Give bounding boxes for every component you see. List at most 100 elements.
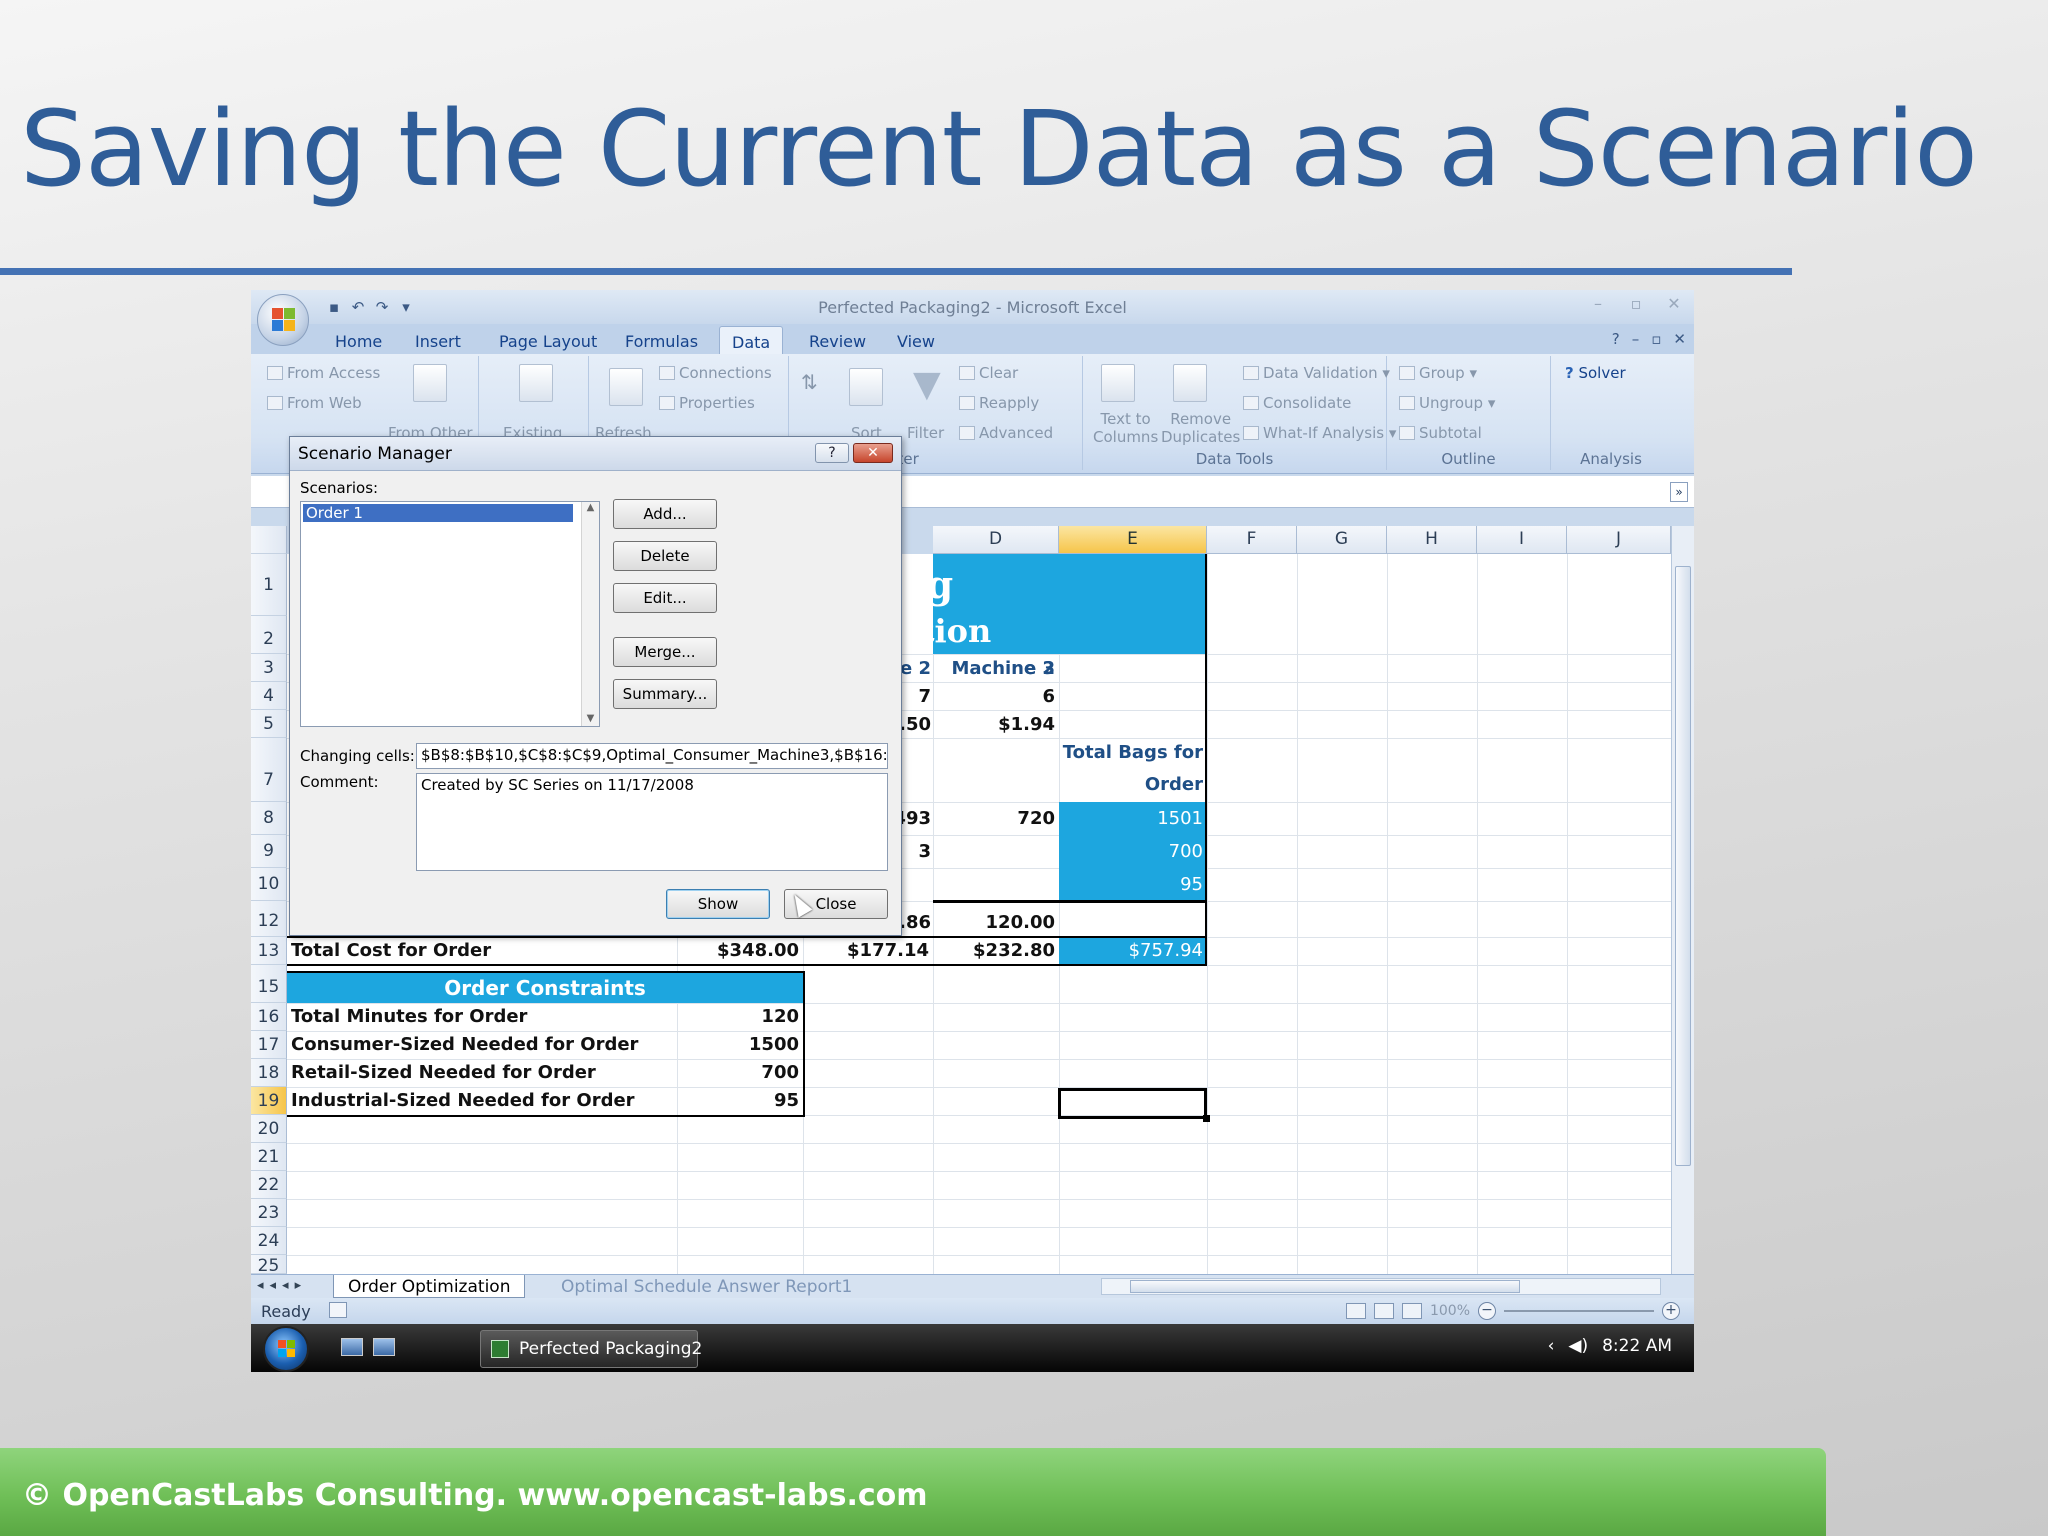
active-cell-e19[interactable] xyxy=(1058,1088,1210,1122)
row-header[interactable]: 7 xyxy=(251,738,287,802)
row-header[interactable]: 4 xyxy=(251,682,287,710)
subtotal-button[interactable]: Subtotal xyxy=(1399,424,1482,442)
row-header[interactable]: 20 xyxy=(251,1115,287,1143)
zoom-level[interactable]: 100% xyxy=(1430,1303,1470,1319)
add-button[interactable]: Add... xyxy=(613,499,717,529)
row-header[interactable]: 16 xyxy=(251,1003,287,1031)
row-header[interactable]: 3 xyxy=(251,654,287,682)
advanced-button[interactable]: Advanced xyxy=(959,424,1053,442)
wb-minimize-icon[interactable]: – xyxy=(1632,330,1640,348)
show-desktop-icon[interactable] xyxy=(341,1338,363,1356)
remove-duplicates-button[interactable]: Remove Duplicates xyxy=(1161,410,1240,446)
sheet-tab-order-optimization[interactable]: Order Optimization xyxy=(333,1275,526,1298)
select-all-corner[interactable] xyxy=(251,526,287,554)
row-header[interactable]: 21 xyxy=(251,1143,287,1171)
row-header[interactable]: 1 xyxy=(251,554,287,616)
wb-restore-icon[interactable]: ▫ xyxy=(1651,330,1661,348)
zoom-in-icon[interactable]: + xyxy=(1662,1302,1680,1320)
switch-windows-icon[interactable] xyxy=(373,1338,395,1356)
taskbar-excel-button[interactable]: Perfected Packaging2 xyxy=(480,1330,702,1368)
page-break-view-icon[interactable] xyxy=(1401,1303,1422,1319)
edit-button[interactable]: Edit... xyxy=(613,583,717,613)
reapply-button[interactable]: Reapply xyxy=(959,394,1039,412)
page-layout-view-icon[interactable] xyxy=(1373,1303,1394,1319)
row-header[interactable]: 15 xyxy=(251,965,287,1003)
cell-row5-d[interactable]: $1.94 xyxy=(933,714,1055,735)
comment-field[interactable]: Created by SC Series on 11/17/2008 xyxy=(416,773,888,871)
clock[interactable]: 8:22 AM xyxy=(1602,1336,1672,1356)
volume-icon[interactable]: ◀) xyxy=(1568,1336,1588,1356)
row-header[interactable]: 23 xyxy=(251,1199,287,1227)
tab-view[interactable]: View xyxy=(897,332,935,351)
row-header[interactable]: 8 xyxy=(251,802,287,835)
row-header[interactable]: 9 xyxy=(251,835,287,868)
sheet-nav-arrows-icon[interactable]: ◂◂◂▸ xyxy=(257,1278,307,1293)
cell-row8-e[interactable]: 1501 xyxy=(1059,808,1203,829)
row-header[interactable]: 10 xyxy=(251,868,287,901)
row-header[interactable]: 18 xyxy=(251,1059,287,1087)
sheet-tab-answer-report[interactable]: Optimal Schedule Answer Report1 xyxy=(547,1275,866,1298)
column-header-h[interactable]: H xyxy=(1387,526,1477,554)
close-icon[interactable]: ✕ xyxy=(1662,294,1686,313)
column-header-d[interactable]: D xyxy=(933,526,1059,554)
dialog-help-icon[interactable]: ? xyxy=(815,443,849,463)
column-header-g[interactable]: G xyxy=(1297,526,1387,554)
wb-close-icon[interactable]: ✕ xyxy=(1673,330,1686,348)
tab-review[interactable]: Review xyxy=(809,332,866,351)
merge-button[interactable]: Merge... xyxy=(613,637,717,667)
vertical-scrollbar[interactable] xyxy=(1671,526,1694,1274)
group-button[interactable]: Group ▾ xyxy=(1399,364,1477,382)
normal-view-icon[interactable] xyxy=(1345,1303,1366,1319)
total-cost-d[interactable]: $232.80 xyxy=(933,940,1055,961)
row-header[interactable]: 22 xyxy=(251,1171,287,1199)
constraint-value[interactable]: 700 xyxy=(681,1062,799,1083)
tab-page-layout[interactable]: Page Layout xyxy=(499,332,597,351)
maximize-icon[interactable]: ▫ xyxy=(1624,294,1648,313)
data-validation-button[interactable]: Data Validation ▾ xyxy=(1243,364,1390,382)
row-header[interactable]: 25 xyxy=(251,1255,287,1274)
cell-row10-e[interactable]: 95 xyxy=(1059,874,1203,895)
changing-cells-field[interactable]: $B$8:$B$10,$C$8:$C$9,Optimal_Consumer_Ma… xyxy=(416,743,888,769)
row-header[interactable]: 2 xyxy=(251,616,287,654)
connections-button[interactable]: Connections xyxy=(659,364,772,382)
vertical-scroll-thumb[interactable] xyxy=(1675,566,1691,1166)
column-header-e[interactable]: E xyxy=(1059,526,1207,554)
total-cost-b[interactable]: $348.00 xyxy=(681,940,799,961)
properties-button[interactable]: Properties xyxy=(659,394,755,412)
sort-asc-icon[interactable]: ⇅ xyxy=(801,370,818,394)
tab-data[interactable]: Data xyxy=(719,326,784,356)
total-cost-e[interactable]: $757.94 xyxy=(1059,940,1203,961)
cell-row12-d[interactable]: 120.00 xyxy=(933,912,1055,933)
cell-row9-e[interactable]: 700 xyxy=(1059,841,1203,862)
show-button[interactable]: Show xyxy=(666,889,770,919)
office-button[interactable] xyxy=(257,294,309,346)
row-header[interactable]: 19 xyxy=(251,1087,287,1115)
column-header-j[interactable]: J xyxy=(1567,526,1671,554)
summary-button[interactable]: Summary... xyxy=(613,679,717,709)
horizontal-scrollbar[interactable] xyxy=(1101,1278,1661,1295)
row-header[interactable]: 12 xyxy=(251,901,287,937)
cell-row8-d[interactable]: 720 xyxy=(933,808,1055,829)
tray-expand-icon[interactable]: ‹ xyxy=(1548,1336,1555,1356)
constraint-value[interactable]: 120 xyxy=(681,1006,799,1027)
dialog-close-icon[interactable]: ✕ xyxy=(853,443,893,463)
consolidate-button[interactable]: Consolidate xyxy=(1243,394,1351,412)
scenarios-scrollbar[interactable]: ▲ ▼ xyxy=(581,502,599,726)
constraint-value[interactable]: 1500 xyxy=(681,1034,799,1055)
column-header-f[interactable]: F xyxy=(1207,526,1297,554)
clear-button[interactable]: Clear xyxy=(959,364,1018,382)
horizontal-scroll-thumb[interactable] xyxy=(1130,1280,1520,1293)
row-header[interactable]: 17 xyxy=(251,1031,287,1059)
tab-home[interactable]: Home xyxy=(335,332,382,351)
tab-formulas[interactable]: Formulas xyxy=(625,332,698,351)
from-access-button[interactable]: From Access xyxy=(267,364,380,382)
tab-insert[interactable]: Insert xyxy=(415,332,461,351)
scenario-item-order-1[interactable]: Order 1 xyxy=(303,504,573,522)
constraint-value[interactable]: 95 xyxy=(681,1090,799,1111)
total-cost-c[interactable]: $177.14 xyxy=(807,940,929,961)
solver-button[interactable]: ? Solver xyxy=(1565,364,1626,382)
zoom-out-icon[interactable]: − xyxy=(1478,1302,1496,1320)
cell-row4-d[interactable]: 6 xyxy=(933,686,1055,707)
row-header[interactable]: 24 xyxy=(251,1227,287,1255)
row-header[interactable]: 5 xyxy=(251,710,287,738)
